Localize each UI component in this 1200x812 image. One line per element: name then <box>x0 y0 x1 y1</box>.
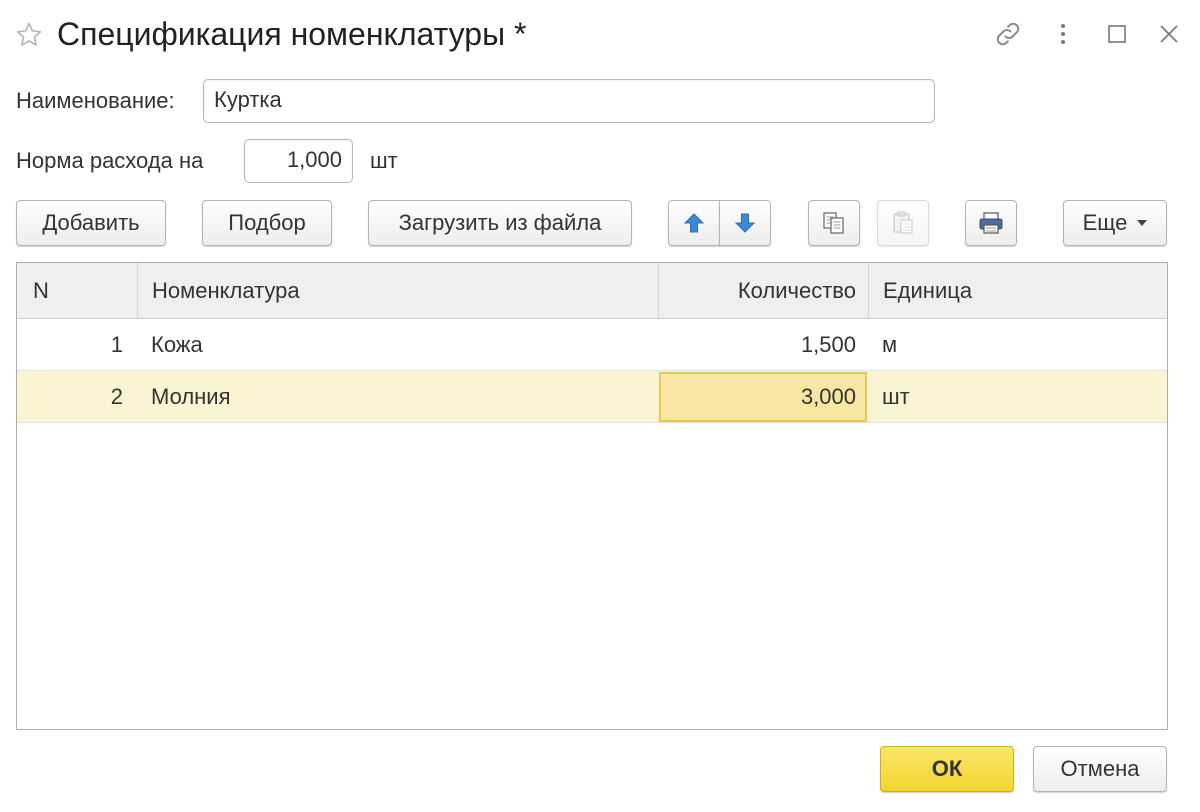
row-quantity[interactable]: 1,500 <box>658 319 868 370</box>
more-menu-button[interactable]: Еще <box>1063 200 1167 246</box>
add-button[interactable]: Добавить <box>16 200 166 246</box>
column-header-unit[interactable]: Единица <box>868 263 1167 318</box>
copy-icon <box>823 212 844 234</box>
column-header-quantity[interactable]: Количество <box>658 263 868 318</box>
norm-unit-label: шт <box>370 148 398 173</box>
more-menu-label: Еще <box>1082 210 1128 235</box>
specification-table[interactable]: N Номенклатура Количество Единица 1 Кожа… <box>16 262 1168 730</box>
table-header: N Номенклатура Количество Единица <box>17 263 1167 319</box>
norm-label: Норма расхода на <box>16 148 204 173</box>
row-item[interactable]: Кожа <box>137 319 658 370</box>
close-icon[interactable] <box>1151 16 1187 52</box>
dropdown-caret-icon <box>1137 220 1148 226</box>
norm-quantity-input[interactable]: 1,000 <box>244 139 353 183</box>
arrow-down-icon <box>734 213 756 233</box>
print-button[interactable] <box>965 200 1017 246</box>
row-unit[interactable]: шт <box>868 371 1167 422</box>
name-label: Наименование: <box>16 88 175 113</box>
row-item[interactable]: Молния <box>137 371 658 422</box>
table-row[interactable]: 1 Кожа 1,500 м <box>17 319 1167 371</box>
window-title: Спецификация номенклатуры * <box>57 16 527 52</box>
column-header-n[interactable]: N <box>17 263 137 318</box>
row-unit[interactable]: м <box>868 319 1167 370</box>
cancel-button[interactable]: Отмена <box>1033 746 1167 792</box>
more-vertical-icon[interactable] <box>1045 16 1081 52</box>
name-input[interactable]: Куртка <box>203 79 935 123</box>
row-number: 2 <box>110 383 123 409</box>
copy-button[interactable] <box>808 200 860 246</box>
move-up-button[interactable] <box>668 200 720 246</box>
link-icon[interactable] <box>990 16 1026 52</box>
star-icon[interactable] <box>14 20 44 50</box>
row-number: 1 <box>110 331 123 357</box>
load-from-file-button[interactable]: Загрузить из файла <box>368 200 632 246</box>
paste-icon <box>893 211 913 234</box>
table-row-selected[interactable]: 2 Молния 3,000 шт <box>17 371 1167 423</box>
row-quantity-active[interactable]: 3,000 <box>658 371 868 422</box>
arrow-up-icon <box>683 213 705 233</box>
column-header-item[interactable]: Номенклатура <box>137 263 658 318</box>
maximize-icon[interactable] <box>1099 16 1135 52</box>
pick-button[interactable]: Подбор <box>202 200 332 246</box>
ok-button[interactable]: ОК <box>880 746 1014 792</box>
paste-button[interactable] <box>877 200 929 246</box>
move-down-button[interactable] <box>719 200 771 246</box>
print-icon <box>979 212 1003 234</box>
